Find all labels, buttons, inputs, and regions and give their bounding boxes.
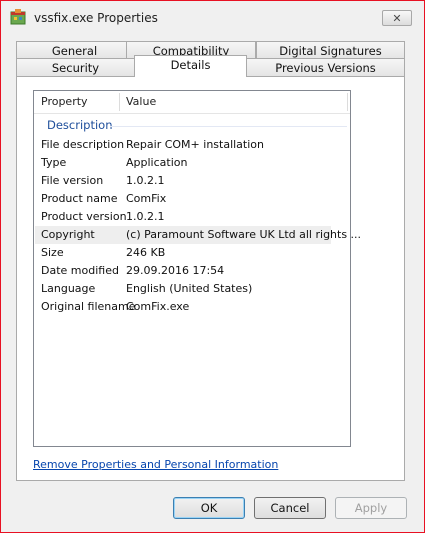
property-name: Product name [41,192,118,205]
list-item[interactable]: Size 246 KB [35,244,331,262]
tab-label: Security [51,61,100,75]
property-value: 1.0.2.1 [126,174,165,187]
list-item[interactable]: Product version 1.0.2.1 [35,208,331,226]
properties-window: vssfix.exe Properties ✕ General Compatib… [0,0,425,533]
column-divider[interactable] [347,93,348,111]
column-header-property[interactable]: Property [34,91,119,113]
application-icon [10,9,26,25]
property-name: Product version [41,210,127,223]
property-name: Date modified [41,264,119,277]
property-name: File version [41,174,104,187]
group-header-description: Description [47,118,113,132]
property-name: Copyright [41,228,95,241]
tab-label: Digital Signatures [279,44,382,58]
list-item-selected[interactable]: Copyright (c) Paramount Software UK Ltd a… [35,226,361,244]
details-list[interactable]: Property Value Description File descript… [33,90,361,447]
window-title: vssfix.exe Properties [34,11,158,25]
list-item[interactable]: Type Application [35,154,331,172]
remove-properties-link[interactable]: Remove Properties and Personal Informati… [33,458,278,471]
tab-label: General [51,44,98,58]
property-value: 29.09.2016 17:54 [126,264,225,277]
cancel-button[interactable]: Cancel [254,497,326,519]
tab-label: Previous Versions [275,61,376,75]
column-header-value[interactable]: Value [119,91,347,113]
list-item[interactable]: File description Repair COM+ installation [35,136,331,154]
tab-details[interactable]: Details [134,55,247,77]
property-name: File description [41,138,125,151]
property-name: Size [41,246,64,259]
list-item[interactable]: File version 1.0.2.1 [35,172,331,190]
title-bar[interactable]: vssfix.exe Properties ✕ [1,1,424,35]
property-value: Repair COM+ installation [126,138,264,151]
property-name: Language [41,282,96,295]
list-item[interactable]: Original filename ComFix.exe [35,298,331,316]
property-name: Type [41,156,67,169]
group-divider [110,126,347,127]
property-value: ComFix [126,192,167,205]
ok-button[interactable]: OK [173,497,245,519]
property-value: (c) Paramount Software UK Ltd all rights… [126,228,362,241]
property-value: Application [126,156,188,169]
apply-button[interactable]: Apply [335,497,407,519]
close-icon: ✕ [392,11,402,25]
property-value: English (United States) [126,282,253,295]
property-value: ComFix.exe [126,300,190,313]
tab-label: Details [170,58,211,72]
list-header: Property Value [34,91,350,114]
tab-security[interactable]: Security [16,58,135,77]
list-item[interactable]: Date modified 29.09.2016 17:54 [35,262,331,280]
close-button[interactable]: ✕ [382,10,412,26]
property-value: 1.0.2.1 [126,210,165,223]
property-value: 246 KB [126,246,166,259]
tab-previous-versions[interactable]: Previous Versions [246,58,405,77]
property-name: Original filename [41,300,136,313]
list-item[interactable]: Language English (United States) [35,280,331,298]
list-item[interactable]: Product name ComFix [35,190,331,208]
